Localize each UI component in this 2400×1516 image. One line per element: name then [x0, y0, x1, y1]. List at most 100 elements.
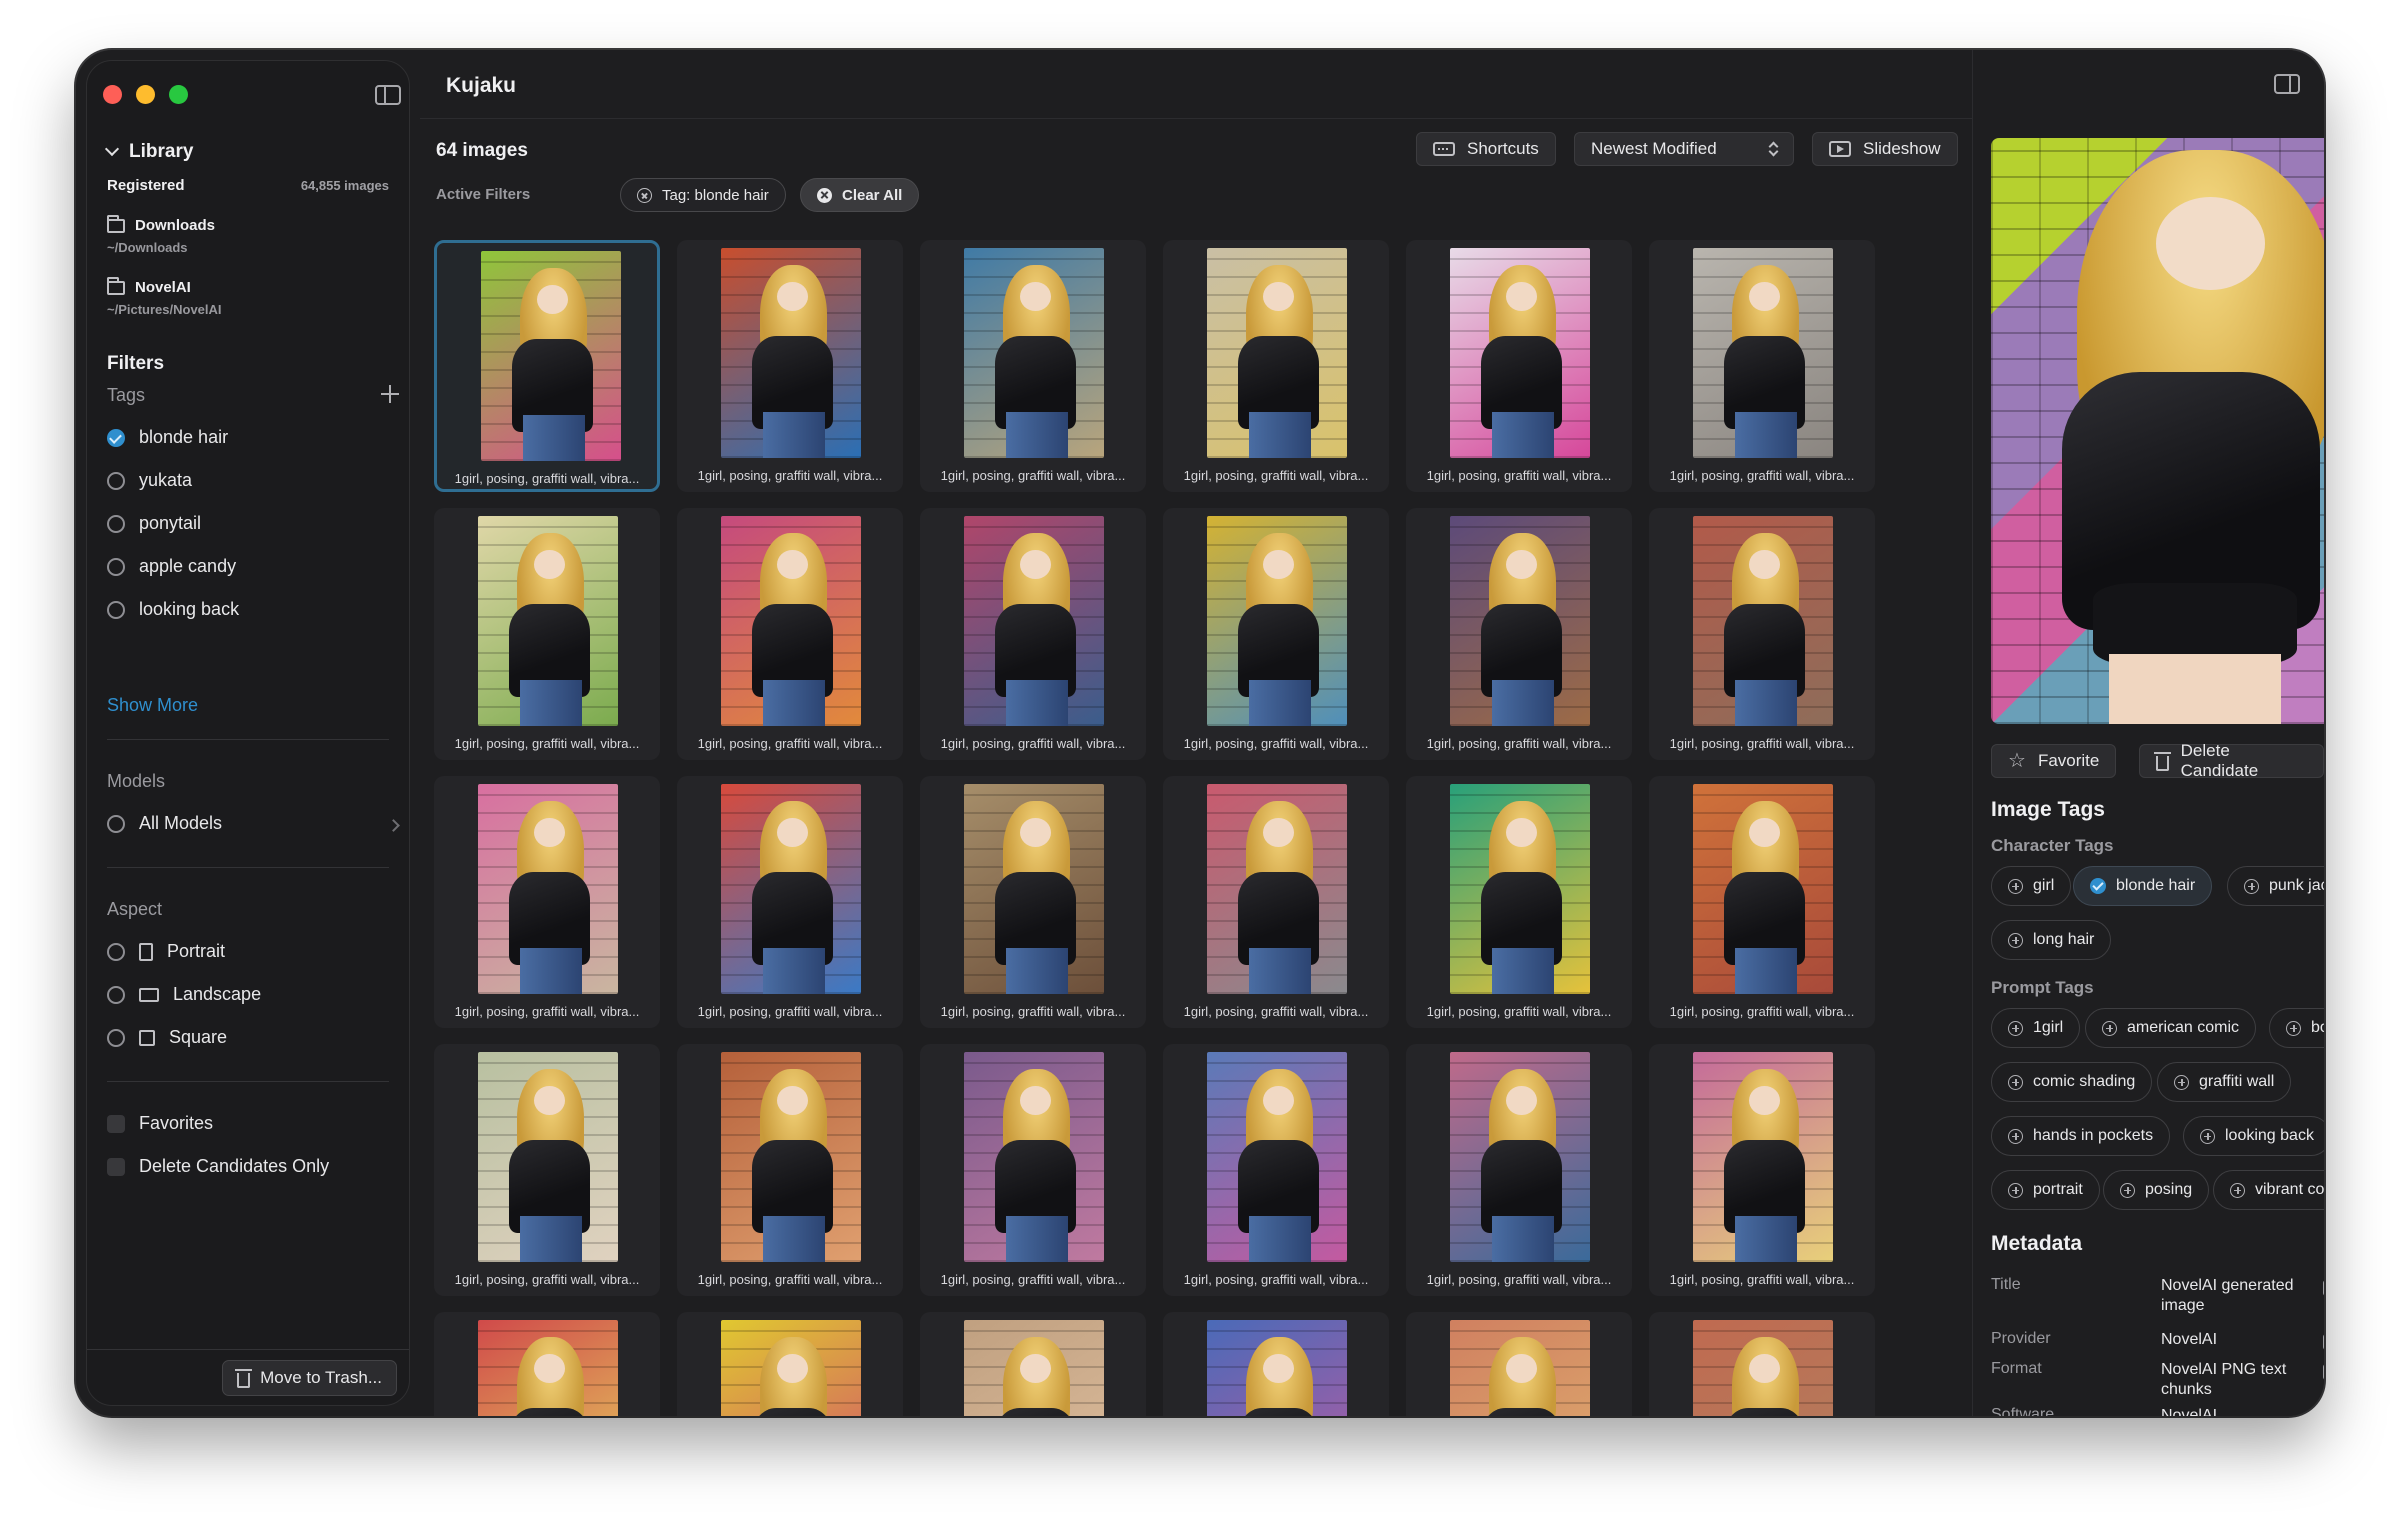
favorite-button[interactable]: ☆ Favorite [1991, 744, 2117, 778]
detail-panel: ☆ Favorite Delete Candidate Image Tags C… [1972, 50, 2324, 1416]
thumbnail-figure-legs [1735, 679, 1797, 726]
move-to-trash-button[interactable]: Move to Trash... [222, 1360, 397, 1396]
image-card[interactable]: 1girl, posing, graffiti wall, vibra... [1649, 1312, 1875, 1416]
image-card[interactable]: 1girl, posing, graffiti wall, vibra... [677, 508, 903, 760]
window-controls [103, 85, 188, 104]
image-card[interactable]: 1girl, posing, graffiti wall, vibra... [1406, 240, 1632, 492]
copy-icon[interactable] [2323, 1280, 2324, 1296]
image-preview[interactable] [1991, 138, 2324, 724]
copy-icon[interactable] [2323, 1364, 2324, 1380]
image-caption: 1girl, posing, graffiti wall, vibra... [1669, 1272, 1855, 1287]
tag-filter-looking-back[interactable]: looking back [107, 599, 239, 620]
image-card[interactable]: 1girl, posing, graffiti wall, vibra... [677, 1044, 903, 1296]
main-content: Kujaku 64 images Shortcuts Newest Modifi… [420, 50, 1972, 1416]
image-card[interactable]: 1girl, posing, graffiti wall, vibra... [1163, 508, 1389, 760]
folder-downloads[interactable]: Downloads ~/Downloads [107, 214, 216, 255]
prompt-tag-chip[interactable]: portrait [1991, 1170, 2100, 1210]
tag-filter-yukata[interactable]: yukata [107, 470, 192, 491]
image-card[interactable]: 1girl, posing, graffiti wall, vibra... [1163, 1044, 1389, 1296]
character-tag-chip[interactable]: girl [1991, 866, 2072, 906]
prompt-tag-chip[interactable]: american comic [2085, 1008, 2257, 1048]
tag-filter-apple-candy[interactable]: apple candy [107, 556, 236, 577]
close-window-button[interactable] [103, 85, 122, 104]
tag-filter-ponytail[interactable]: ponytail [107, 513, 201, 534]
thumbnail-figure-face [777, 1353, 808, 1383]
image-card[interactable]: 1girl, posing, graffiti wall, vibra... [434, 1312, 660, 1416]
image-card[interactable]: 1girl, posing, graffiti wall, vibra... [1649, 240, 1875, 492]
aspect-filter-landscape[interactable]: Landscape [107, 984, 261, 1005]
delete-candidate-button[interactable]: Delete Candidate [2139, 741, 2324, 780]
model-filter-all[interactable]: All Models [107, 813, 222, 834]
image-card[interactable]: 1girl, posing, graffiti wall, vibra... [677, 1312, 903, 1416]
aspect-filter-square[interactable]: Square [107, 1027, 227, 1048]
folder-name: Downloads [135, 217, 216, 234]
folder-novelai[interactable]: NovelAI ~/Pictures/NovelAI [107, 276, 222, 317]
divider [420, 118, 1972, 119]
image-card[interactable]: 1girl, posing, graffiti wall, vibra... [434, 776, 660, 1028]
image-card[interactable]: 1girl, posing, graffiti wall, vibra... [1163, 240, 1389, 492]
aspect-filter-portrait[interactable]: Portrait [107, 941, 225, 962]
prompt-tag-chip[interactable]: comic shading [1991, 1062, 2153, 1102]
prompt-tag-chip[interactable]: bold [2269, 1008, 2324, 1048]
image-card[interactable]: 1girl, posing, graffiti wall, vibra... [1406, 508, 1632, 760]
character-tag-chip[interactable]: punk jacket [2227, 866, 2324, 906]
favorites-checkbox[interactable]: Favorites [107, 1113, 213, 1134]
sort-select[interactable]: Newest Modified [1574, 132, 1794, 166]
image-card[interactable]: 1girl, posing, graffiti wall, vibra... [920, 508, 1146, 760]
shortcuts-button[interactable]: Shortcuts [1416, 132, 1556, 166]
image-card[interactable]: 1girl, posing, graffiti wall, vibra... [920, 1312, 1146, 1416]
image-card[interactable]: 1girl, posing, graffiti wall, vibra... [1649, 776, 1875, 1028]
slideshow-button[interactable]: Slideshow [1812, 132, 1958, 166]
library-section-header[interactable]: Library [104, 141, 193, 163]
add-tag-icon[interactable] [381, 385, 399, 403]
copy-icon[interactable] [2323, 1334, 2324, 1350]
prompt-tag-chip[interactable]: posing [2103, 1170, 2210, 1210]
thumbnail-figure-face [1263, 549, 1294, 579]
image-card[interactable]: 1girl, posing, graffiti wall, vibra... [920, 240, 1146, 492]
add-circle-icon [2230, 1182, 2245, 1198]
clear-all-button[interactable]: Clear All [800, 178, 920, 212]
active-filter-chip[interactable]: Tag: blonde hair [620, 178, 786, 212]
prompt-tag-chip[interactable]: graffiti wall [2157, 1062, 2292, 1102]
inspector-toggle-icon[interactable] [2274, 74, 2300, 94]
thumbnail-figure-legs [763, 679, 825, 726]
image-thumbnail [478, 516, 618, 726]
show-more-link[interactable]: Show More [107, 695, 198, 716]
prompt-tag-chip[interactable]: looking back [2183, 1116, 2324, 1156]
image-card[interactable]: 1girl, posing, graffiti wall, vibra... [1163, 1312, 1389, 1416]
prompt-tag-chip[interactable]: hands in pockets [1991, 1116, 2171, 1156]
checkbox-icon [107, 1114, 125, 1133]
image-caption: 1girl, posing, graffiti wall, vibra... [697, 468, 883, 483]
image-thumbnail [1450, 1320, 1590, 1416]
image-card[interactable]: 1girl, posing, graffiti wall, vibra... [434, 1044, 660, 1296]
character-tag-chip[interactable]: blonde hair [2073, 866, 2213, 906]
character-tag-chip[interactable]: long hair [1991, 920, 2112, 960]
thumbnail-figure-face [1020, 281, 1051, 311]
tag-filter-blonde-hair[interactable]: blonde hair [107, 427, 228, 448]
image-caption: 1girl, posing, graffiti wall, vibra... [454, 1272, 640, 1287]
zoom-window-button[interactable] [169, 85, 188, 104]
copy-icon[interactable] [2323, 1408, 2324, 1416]
minimize-window-button[interactable] [136, 85, 155, 104]
image-card[interactable]: 1girl, posing, graffiti wall, vibra... [1406, 776, 1632, 1028]
image-card[interactable]: 1girl, posing, graffiti wall, vibra... [434, 508, 660, 760]
sidebar-toggle-icon[interactable] [375, 85, 401, 105]
image-card[interactable]: 1girl, posing, graffiti wall, vibra... [1649, 508, 1875, 760]
image-card[interactable]: 1girl, posing, graffiti wall, vibra... [920, 1044, 1146, 1296]
image-card[interactable]: 1girl, posing, graffiti wall, vibra... [920, 776, 1146, 1028]
image-card[interactable]: 1girl, posing, graffiti wall, vibra... [1406, 1044, 1632, 1296]
delete-candidates-checkbox[interactable]: Delete Candidates Only [107, 1156, 329, 1177]
image-card[interactable]: 1girl, posing, graffiti wall, vibra... [1649, 1044, 1875, 1296]
registered-row[interactable]: Registered 64,855 images [107, 177, 389, 194]
remove-filter-icon[interactable] [637, 187, 652, 203]
image-card[interactable]: 1girl, posing, graffiti wall, vibra... [434, 240, 660, 492]
tag-label: blonde hair [2116, 877, 2196, 894]
image-card[interactable]: 1girl, posing, graffiti wall, vibra... [1406, 1312, 1632, 1416]
thumbnail-figure-face [1263, 281, 1294, 311]
image-card[interactable]: 1girl, posing, graffiti wall, vibra... [677, 240, 903, 492]
prompt-tag-chip[interactable]: vibrant color [2213, 1170, 2324, 1210]
prompt-tag-chip[interactable]: 1girl [1991, 1008, 2081, 1048]
image-card[interactable]: 1girl, posing, graffiti wall, vibra... [1163, 776, 1389, 1028]
image-card[interactable]: 1girl, posing, graffiti wall, vibra... [677, 776, 903, 1028]
image-thumbnail [1207, 1052, 1347, 1262]
